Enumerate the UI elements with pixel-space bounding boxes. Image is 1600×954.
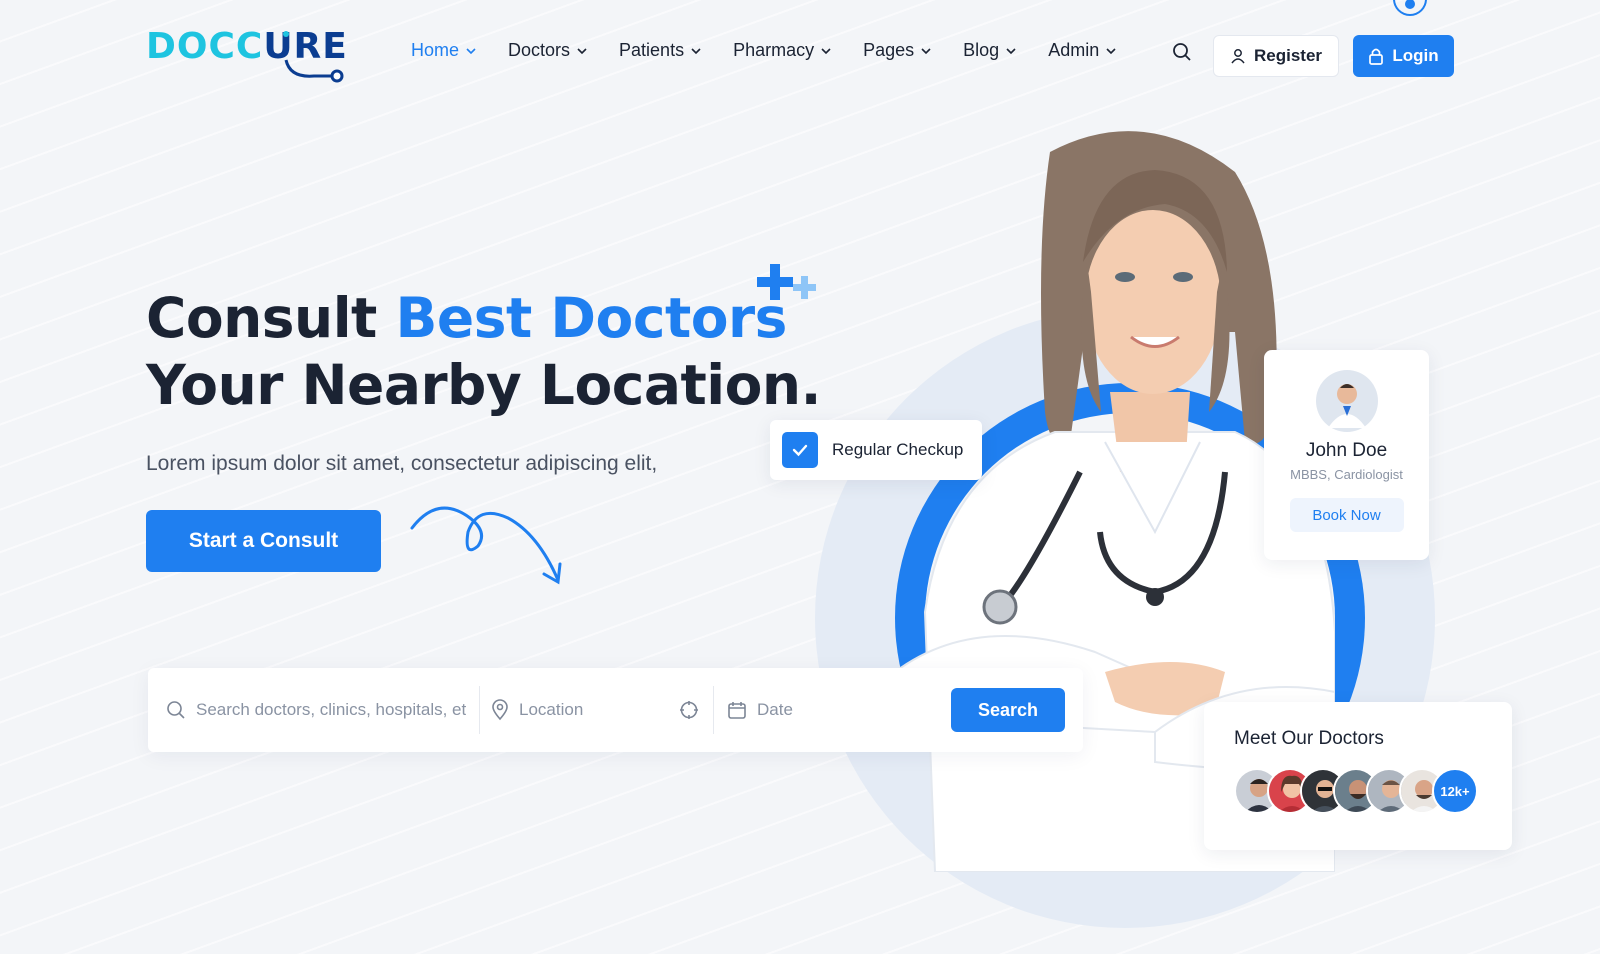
search-icon [167,701,185,719]
nav-item-pages[interactable]: Pages [863,40,932,61]
calendar-icon [728,702,746,719]
nav-item-patients[interactable]: Patients [619,40,702,61]
divider [479,686,480,734]
register-button[interactable]: Register [1213,35,1339,77]
avatar [1315,370,1378,432]
meet-our-doctors-card: Meet Our Doctors 12k+ [1204,702,1512,850]
date-field [727,668,927,752]
location-pin-icon [492,699,508,721]
nav-item-doctors[interactable]: Doctors [508,40,588,61]
search-doctors-input[interactable] [196,700,466,720]
curved-arrow-icon [410,506,562,585]
doctor-search-bar: Search [148,668,1083,752]
header-search-button[interactable] [1172,42,1192,67]
plus-decoration-icon [757,264,816,300]
search-button[interactable]: Search [951,688,1065,732]
chevron-down-icon [1006,47,1016,54]
stethoscope-icon [283,31,344,83]
meet-doctors-title: Meet Our Doctors [1234,728,1384,749]
doctor-avatars: 12k+ [1234,768,1512,814]
doctor-profile-card: John Doe MBBS, Cardiologist Book Now [1264,350,1429,560]
chevron-down-icon [577,47,587,54]
location-input[interactable] [519,700,669,720]
doctor-specialty: MBBS, Cardiologist [1290,467,1403,482]
locate-me-button[interactable] [679,700,699,725]
lock-icon [1369,48,1384,65]
crosshair-icon [680,701,698,719]
nav-item-home[interactable]: Home [411,40,477,61]
chevron-down-icon [466,47,476,54]
checkbox-icon [782,432,818,468]
nav-item-admin[interactable]: Admin [1048,40,1117,61]
hero-subtext: Lorem ipsum dolor sit amet, consectetur … [146,452,658,475]
book-now-button[interactable]: Book Now [1289,498,1404,532]
chevron-down-icon [691,47,701,54]
chevron-down-icon [1106,47,1116,54]
nav-item-blog[interactable]: Blog [963,40,1017,61]
brand-logo[interactable]: DOCCURE [146,26,348,83]
regular-checkup-card: Regular Checkup [770,420,982,480]
chevron-down-icon [921,47,931,54]
main-nav: Home Doctors Patients Pharmacy Pages Blo… [411,40,1148,61]
doctor-name: John Doe [1305,440,1388,461]
nav-item-pharmacy[interactable]: Pharmacy [733,40,832,61]
divider [713,686,714,734]
date-input[interactable] [757,700,907,720]
login-button[interactable]: Login [1353,35,1454,77]
chevron-down-icon [821,47,831,54]
user-icon [1231,49,1245,64]
hero-headline: Consult Best Doctors Your Nearby Locatio… [146,286,821,417]
search-icon [1173,43,1191,61]
start-consult-button[interactable]: Start a Consult [146,510,381,572]
doctor-count-badge[interactable]: 12k+ [1432,768,1478,814]
query-field [166,668,466,752]
checkup-label: Regular Checkup [832,440,964,459]
